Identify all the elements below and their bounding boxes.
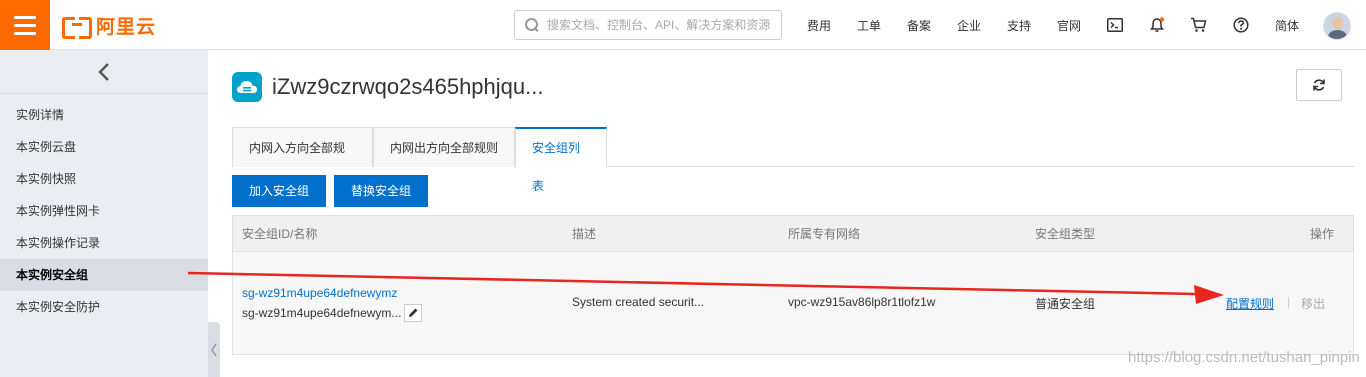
nav-official-site[interactable]: 官网 (1057, 17, 1081, 34)
sidebar-item-security-groups[interactable]: 本实例安全组 (0, 259, 208, 291)
main-content: iZwz9czrwqo2s465hphjqu... 内网入方向全部规则 内网出方… (220, 50, 1366, 377)
cloud-server-icon (232, 72, 262, 102)
language-switch[interactable]: 简体 (1275, 17, 1299, 34)
tab-security-group-list[interactable]: 安全组列表 (515, 127, 607, 193)
security-group-table: 安全组ID/名称 描述 所属专有网络 安全组类型 操作 sg-wz91m4upe… (232, 215, 1354, 355)
aliyun-logo-icon (62, 15, 92, 39)
security-group-type: 普通安全组 (1035, 297, 1096, 311)
refresh-icon (1313, 79, 1325, 91)
tab-inbound-rules[interactable]: 内网入方向全部规则 (232, 127, 373, 195)
nav-tickets[interactable]: 工单 (857, 17, 881, 34)
column-header-type: 安全组类型 (1035, 227, 1096, 241)
security-group-description: System created securit... (572, 295, 705, 309)
search-icon (525, 18, 539, 32)
hamburger-menu-icon[interactable] (0, 0, 50, 50)
column-header-vpc: 所属专有网络 (788, 227, 861, 241)
sidebar-back-button[interactable] (0, 50, 208, 94)
cart-icon[interactable] (1188, 15, 1208, 35)
security-group-id-link[interactable]: sg-wz91m4upe64defnewymz (242, 286, 397, 300)
page-title: iZwz9czrwqo2s465hphjqu... (272, 74, 544, 99)
watermark: https://blog.csdn.net/tushan_pinpin (1128, 349, 1360, 366)
search-box[interactable] (514, 10, 782, 40)
top-navigation-bar: 阿里云 费用 工单 备案 企业 支持 官网 简体 (0, 0, 1366, 50)
user-avatar[interactable] (1323, 12, 1351, 40)
bell-icon[interactable] (1147, 15, 1167, 35)
table-header: 安全组ID/名称 描述 所属专有网络 安全组类型 操作 (233, 216, 1353, 252)
nav-billing[interactable]: 费用 (807, 17, 831, 34)
sidebar-item-snapshots[interactable]: 本实例快照 (0, 163, 208, 195)
table-row: sg-wz91m4upe64defnewymz sg-wz91m4upe64de… (233, 252, 1353, 354)
sidebar-item-security-protection[interactable]: 本实例安全防护 (0, 291, 208, 323)
replace-security-group-button[interactable]: 替换安全组 (334, 175, 428, 207)
column-header-description: 描述 (572, 227, 597, 241)
help-icon[interactable] (1231, 15, 1251, 35)
tab-bar: 内网入方向全部规则 内网出方向全部规则 安全组列表 (232, 127, 1354, 195)
terminal-icon[interactable] (1105, 15, 1125, 35)
vpc-id: vpc-wz915av86lp8r1tlofz1w (788, 295, 936, 309)
column-header-id-name: 安全组ID/名称 (242, 227, 318, 241)
sidebar-item-operation-logs[interactable]: 本实例操作记录 (0, 227, 208, 259)
action-separator: | (1287, 295, 1291, 309)
logo-text: 阿里云 (96, 16, 157, 38)
sidebar: 实例详情 本实例云盘 本实例快照 本实例弹性网卡 本实例操作记录 本实例安全组 … (0, 50, 208, 377)
nav-enterprise[interactable]: 企业 (957, 17, 981, 34)
configure-rules-link[interactable]: 配置规则 (1226, 295, 1274, 312)
chevron-left-icon (98, 62, 109, 81)
nav-icp-filing[interactable]: 备案 (907, 17, 931, 34)
edit-name-button[interactable] (404, 304, 422, 322)
refresh-button[interactable] (1296, 69, 1342, 101)
sidebar-item-instance-details[interactable]: 实例详情 (0, 99, 208, 131)
security-group-name: sg-wz91m4upe64defnewym... (242, 306, 402, 320)
pencil-icon (409, 308, 418, 317)
nav-support[interactable]: 支持 (1007, 17, 1031, 34)
chevron-left-icon (211, 343, 217, 356)
remove-link[interactable]: 移出 (1301, 295, 1325, 312)
search-input[interactable] (547, 18, 777, 32)
tab-outbound-rules[interactable]: 内网出方向全部规则 (373, 127, 515, 167)
sidebar-item-eni[interactable]: 本实例弹性网卡 (0, 195, 208, 227)
column-header-actions: 操作 (1310, 227, 1335, 241)
aliyun-logo[interactable]: 阿里云 (62, 12, 157, 39)
join-security-group-button[interactable]: 加入安全组 (232, 175, 326, 207)
sidebar-item-disks[interactable]: 本实例云盘 (0, 131, 208, 163)
sidebar-toggle-handle[interactable] (208, 322, 220, 377)
